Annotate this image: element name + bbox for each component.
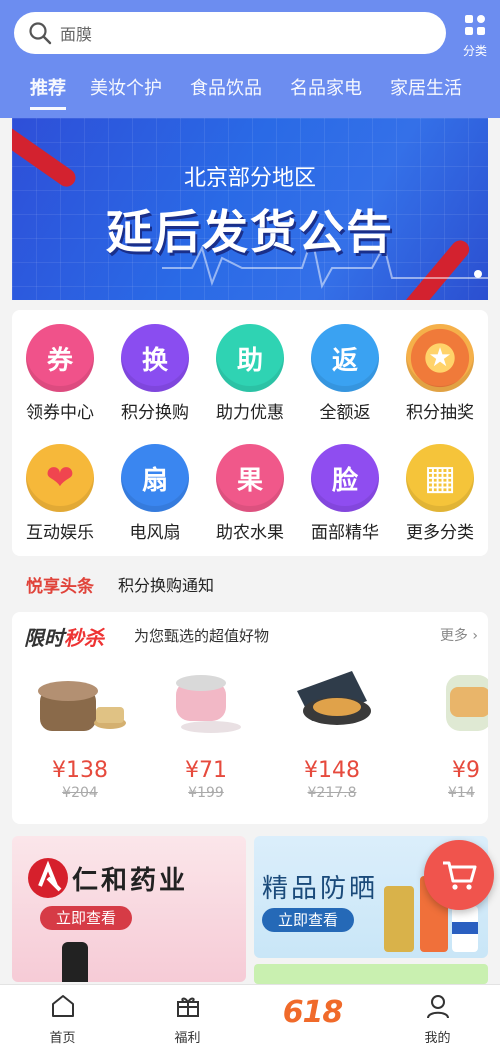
assist-icon: 助 xyxy=(216,324,284,392)
product-price: ¥148 xyxy=(304,758,360,783)
shortcut-label: 全额返 xyxy=(319,403,371,423)
category-label: 分类 xyxy=(462,44,487,58)
618-logo: 618 xyxy=(282,995,344,1030)
shortcut-electric-fan[interactable]: 扇 电风扇 xyxy=(107,444,203,543)
flash-title-part1: 限时 xyxy=(24,626,64,650)
gift-icon xyxy=(176,997,199,1017)
shortcut-interactive-fun[interactable]: ❤ 互动娱乐 xyxy=(12,444,108,543)
refund-icon: 返 xyxy=(311,324,379,392)
category-grid-icon xyxy=(465,15,485,35)
tab-label: 首页 xyxy=(49,1031,76,1046)
tab-recommend[interactable]: 推荐 xyxy=(30,74,66,110)
tab-beauty[interactable]: 美妆个护 xyxy=(90,74,162,110)
search-bar[interactable]: 面膜 xyxy=(14,12,446,54)
exchange-icon: 换 xyxy=(121,324,189,392)
tab-label: 我的 xyxy=(424,1031,451,1046)
search-icon xyxy=(29,22,52,45)
promo-renhe[interactable]: 仁和药业 立即查看 xyxy=(12,836,246,982)
view-now-button[interactable]: 立即查看 xyxy=(262,908,354,932)
product-card[interactable]: ¥71 ¥199 xyxy=(144,656,268,816)
banner-carousel[interactable]: 北京部分地区 延后发货公告 xyxy=(12,118,488,300)
grid-icon: ▦ xyxy=(406,444,474,512)
shortcut-farm-fruit[interactable]: 果 助农水果 xyxy=(202,444,298,543)
product-price: ¥71 xyxy=(185,758,227,783)
category-tabs: 推荐 美妆个护 食品饮品 名品家电 家居生活 xyxy=(0,74,500,110)
more-link[interactable]: 更多 › xyxy=(440,625,478,645)
flash-sale-card: 限时秒杀 为您甄选的超值好物 更多 › ¥138 ¥204 ¥71 ¥199 ¥… xyxy=(12,612,488,824)
shortcut-assist-discount[interactable]: 助 助力优惠 xyxy=(202,324,298,423)
news-text[interactable]: 积分换购通知 xyxy=(118,572,214,596)
banner-title: 延后发货公告 xyxy=(106,205,394,259)
shortcut-label: 助力优惠 xyxy=(216,403,284,423)
promo-banner-partial[interactable] xyxy=(254,964,488,984)
user-icon xyxy=(426,995,449,1019)
product-bottle-icon xyxy=(62,942,88,982)
tab-welfare-nav[interactable]: 福利 xyxy=(125,985,250,1049)
tab-label: 福利 xyxy=(174,1031,201,1046)
product-original-price: ¥199 xyxy=(188,785,224,801)
search-input[interactable]: 面膜 xyxy=(60,21,92,45)
chevron-right-icon: › xyxy=(472,628,478,644)
promo-title: 仁和药业 xyxy=(72,866,189,896)
shortcut-label: 积分换购 xyxy=(121,403,189,423)
flash-sale-subtitle: 为您甄选的超值好物 xyxy=(134,627,270,645)
tab-mine-nav[interactable]: 我的 xyxy=(375,985,500,1049)
shortcut-label: 积分抽奖 xyxy=(406,403,474,423)
home-icon xyxy=(51,995,74,1017)
fruit-icon: 果 xyxy=(216,444,284,512)
bottom-tab-bar: 首页 福利 618 我的 xyxy=(0,984,500,1049)
shortcut-label: 面部精华 xyxy=(311,523,379,543)
cart-button[interactable] xyxy=(424,840,494,910)
shortcut-coupon-center[interactable]: 券 领券中心 xyxy=(12,324,108,423)
shortcut-label: 领券中心 xyxy=(26,403,94,423)
header: 面膜 分类 推荐 美妆个护 食品饮品 名品家电 家居生活 xyxy=(0,0,500,118)
flash-sale-title: 限时秒杀 xyxy=(24,622,104,651)
fan-icon: 扇 xyxy=(121,444,189,512)
shortcut-points-lottery[interactable]: ★ 积分抽奖 xyxy=(392,324,488,423)
renhe-logo-icon xyxy=(28,858,68,898)
carousel-indicator xyxy=(474,270,482,278)
shortcut-label: 更多分类 xyxy=(406,523,474,543)
category-button[interactable]: 分类 xyxy=(460,14,490,58)
shortcut-more-categories[interactable]: ▦ 更多分类 xyxy=(392,444,488,543)
tab-618-nav[interactable]: 618 xyxy=(250,985,375,1049)
shortcut-label: 电风扇 xyxy=(129,523,181,543)
flash-title-part2: 秒杀 xyxy=(64,626,104,650)
news-tag: 悦享头条 xyxy=(26,576,94,597)
serum-icon: 脸 xyxy=(311,444,379,512)
shortcut-points-exchange[interactable]: 换 积分换购 xyxy=(107,324,203,423)
tab-home-nav[interactable]: 首页 xyxy=(0,985,125,1049)
shortcut-label: 助农水果 xyxy=(216,523,284,543)
steamer-icon xyxy=(151,656,261,746)
cart-icon xyxy=(443,861,477,890)
product-price: ¥138 xyxy=(52,758,108,783)
lottery-wheel-icon: ★ xyxy=(406,324,474,392)
coupon-icon: 券 xyxy=(26,324,94,392)
heart-icon: ❤ xyxy=(26,444,94,512)
tab-food[interactable]: 食品饮品 xyxy=(190,74,262,110)
tab-home[interactable]: 家居生活 xyxy=(390,74,462,110)
product-original-price: ¥204 xyxy=(62,785,98,801)
view-now-button[interactable]: 立即查看 xyxy=(40,906,132,930)
rice-cooker-icon xyxy=(25,656,135,746)
shortcut-grid: 券 领券中心 换 积分换购 助 助力优惠 返 全额返 ★ 积分抽奖 ❤ 互动娱乐… xyxy=(12,310,488,556)
product-card[interactable]: ¥9 ¥14 xyxy=(432,656,488,816)
product-card[interactable]: ¥148 ¥217.8 xyxy=(270,656,394,816)
product-card[interactable]: ¥138 ¥204 xyxy=(18,656,142,816)
product-original-price: ¥217.8 xyxy=(307,785,357,801)
waffle-maker-icon xyxy=(277,656,387,746)
more-label: 更多 xyxy=(439,628,468,644)
shortcut-label: 互动娱乐 xyxy=(26,523,94,543)
kettle-icon xyxy=(432,656,488,746)
banner-subtitle: 北京部分地区 xyxy=(183,166,316,191)
tab-appliances[interactable]: 名品家电 xyxy=(290,74,362,110)
promo-title: 精品防晒 xyxy=(262,874,379,904)
shortcut-facial-serum[interactable]: 脸 面部精华 xyxy=(297,444,393,543)
product-original-price: ¥14 xyxy=(448,785,475,801)
shortcut-full-refund[interactable]: 返 全额返 xyxy=(297,324,393,423)
product-price: ¥9 xyxy=(452,758,480,783)
news-ticker[interactable]: 悦享头条 积分换购通知 xyxy=(0,566,500,602)
